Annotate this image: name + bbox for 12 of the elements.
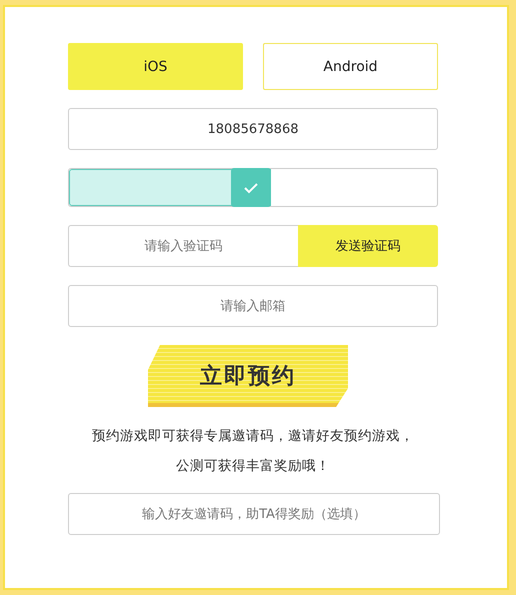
email-field[interactable]: 请输入邮箱 <box>68 285 438 327</box>
slider-handle[interactable] <box>231 168 272 207</box>
invite-code-field[interactable]: 输入好友邀请码，助TA得奖励（选填） <box>68 493 440 535</box>
check-icon <box>244 182 258 194</box>
info-text: 预约游戏即可获得专属邀请码，邀请好友预约游戏， <box>91 427 415 446</box>
platform-tab[interactable]: Android <box>263 43 438 90</box>
send-code-button[interactable]: 发送验证码 <box>298 225 438 267</box>
info-text: 公测可获得丰富奖励哦！ <box>175 457 331 476</box>
platform-tab[interactable]: iOS <box>68 43 243 90</box>
phone-field[interactable]: 18085678868 <box>68 108 438 150</box>
reserve-button[interactable]: 立即预约 <box>148 345 348 407</box>
code-field[interactable]: 请输入验证码 <box>68 225 298 267</box>
